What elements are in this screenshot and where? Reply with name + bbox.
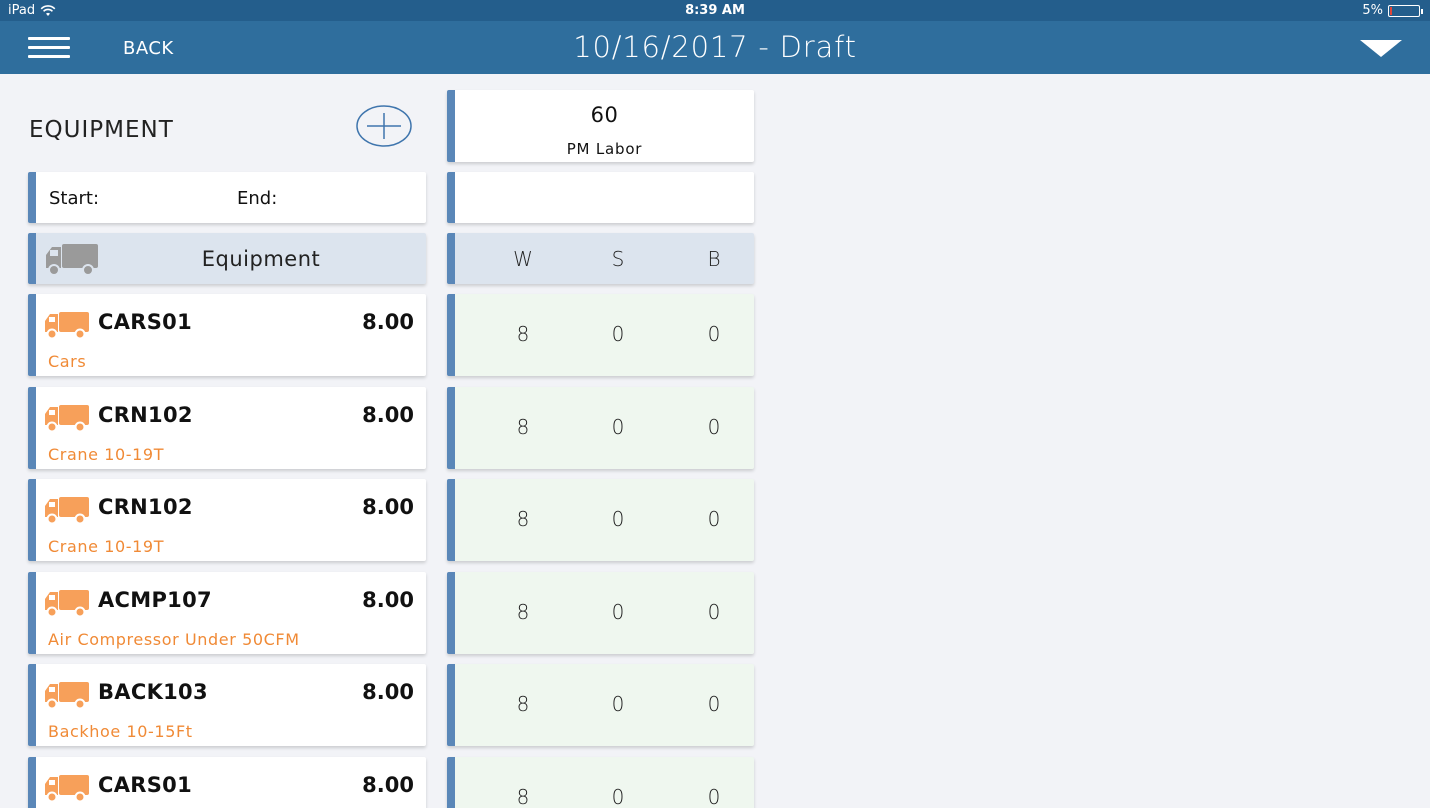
date-range-row[interactable]: Start: End:: [28, 172, 426, 223]
truck-icon: [45, 682, 89, 710]
s-value[interactable]: 0: [588, 600, 648, 624]
battery-fill: [1390, 6, 1392, 15]
equipment-description: Backhoe 10-15Ft: [48, 722, 193, 741]
equipment-code: CRN102: [98, 495, 193, 519]
chevron-down-icon[interactable]: [1360, 40, 1402, 57]
w-header: W: [513, 247, 533, 271]
wsb-column-header: W S B: [447, 233, 754, 284]
equipment-hours: 8.00: [362, 310, 414, 334]
truck-icon: [45, 590, 89, 618]
truck-icon: [45, 775, 89, 803]
w-value[interactable]: 8: [493, 322, 553, 346]
equipment-hours: 8.00: [362, 403, 414, 427]
status-right: 5%: [1362, 3, 1423, 18]
equipment-column-header: Equipment: [28, 233, 426, 284]
equipment-code: ACMP107: [98, 588, 212, 612]
page-title: 10/16/2017 - Draft: [573, 30, 857, 64]
battery-percent: 5%: [1362, 3, 1383, 18]
equipment-hours: 8.00: [362, 773, 414, 797]
battery-icon: [1388, 4, 1423, 17]
equipment-header-label: Equipment: [201, 247, 321, 271]
equipment-row[interactable]: CRN102 8.00 Crane 10-19T: [28, 479, 426, 561]
s-value[interactable]: 0: [588, 322, 648, 346]
wsb-row[interactable]: 8 0 0: [447, 757, 754, 808]
b-value[interactable]: 0: [684, 600, 744, 624]
equipment-hours: 8.00: [362, 680, 414, 704]
s-value[interactable]: 0: [588, 507, 648, 531]
equipment-code: CRN102: [98, 403, 193, 427]
truck-icon: [46, 244, 98, 276]
equipment-description: Cars: [48, 352, 87, 371]
b-value[interactable]: 0: [684, 507, 744, 531]
equipment-description: Crane 10-19T: [48, 537, 165, 556]
wsb-row[interactable]: 8 0 0: [447, 572, 754, 654]
truck-icon: [45, 312, 89, 340]
equipment-description: Air Compressor Under 50CFM: [48, 630, 300, 649]
equipment-row[interactable]: CARS01 8.00 Cars: [28, 294, 426, 376]
equipment-hours: 8.00: [362, 588, 414, 612]
w-value[interactable]: 8: [493, 785, 553, 808]
equipment-hours: 8.00: [362, 495, 414, 519]
equipment-row[interactable]: CRN102 8.00 Crane 10-19T: [28, 387, 426, 469]
w-value[interactable]: 8: [493, 507, 553, 531]
add-equipment-button[interactable]: [356, 105, 412, 147]
w-value[interactable]: 8: [493, 692, 553, 716]
blank-row: [447, 172, 754, 223]
b-value[interactable]: 0: [684, 415, 744, 439]
equipment-code: BACK103: [98, 680, 208, 704]
wsb-row[interactable]: 8 0 0: [447, 387, 754, 469]
section-title: EQUIPMENT: [29, 117, 174, 143]
equipment-code: CARS01: [98, 773, 192, 797]
truck-icon: [45, 405, 89, 433]
s-header: S: [611, 247, 625, 271]
s-value[interactable]: 0: [588, 692, 648, 716]
end-label: End:: [237, 188, 278, 209]
equipment-row[interactable]: ACMP107 8.00 Air Compressor Under 50CFM: [28, 572, 426, 654]
equipment-code: CARS01: [98, 310, 192, 334]
b-value[interactable]: 0: [684, 322, 744, 346]
wsb-row[interactable]: 8 0 0: [447, 294, 754, 376]
equipment-row[interactable]: CARS01 8.00: [28, 757, 426, 808]
b-header: B: [707, 247, 721, 271]
status-time: 8:39 AM: [685, 3, 745, 18]
w-value[interactable]: 8: [493, 415, 553, 439]
pm-labor-label: PM Labor: [566, 140, 643, 158]
s-value[interactable]: 0: [588, 415, 648, 439]
start-label: Start:: [49, 188, 100, 209]
equipment-row[interactable]: BACK103 8.00 Backhoe 10-15Ft: [28, 664, 426, 746]
w-value[interactable]: 8: [493, 600, 553, 624]
b-value[interactable]: 0: [684, 785, 744, 808]
b-value[interactable]: 0: [684, 692, 744, 716]
wsb-row[interactable]: 8 0 0: [447, 664, 754, 746]
truck-icon: [45, 497, 89, 525]
equipment-description: Crane 10-19T: [48, 445, 165, 464]
pm-labor-summary: 60 PM Labor: [447, 90, 754, 162]
s-value[interactable]: 0: [588, 785, 648, 808]
wsb-row[interactable]: 8 0 0: [447, 479, 754, 561]
pm-labor-value: 60: [590, 103, 619, 127]
navigation-bar: iPad 8:39 AM 5% BACK 10/16/2017 - Draft: [0, 0, 1430, 74]
